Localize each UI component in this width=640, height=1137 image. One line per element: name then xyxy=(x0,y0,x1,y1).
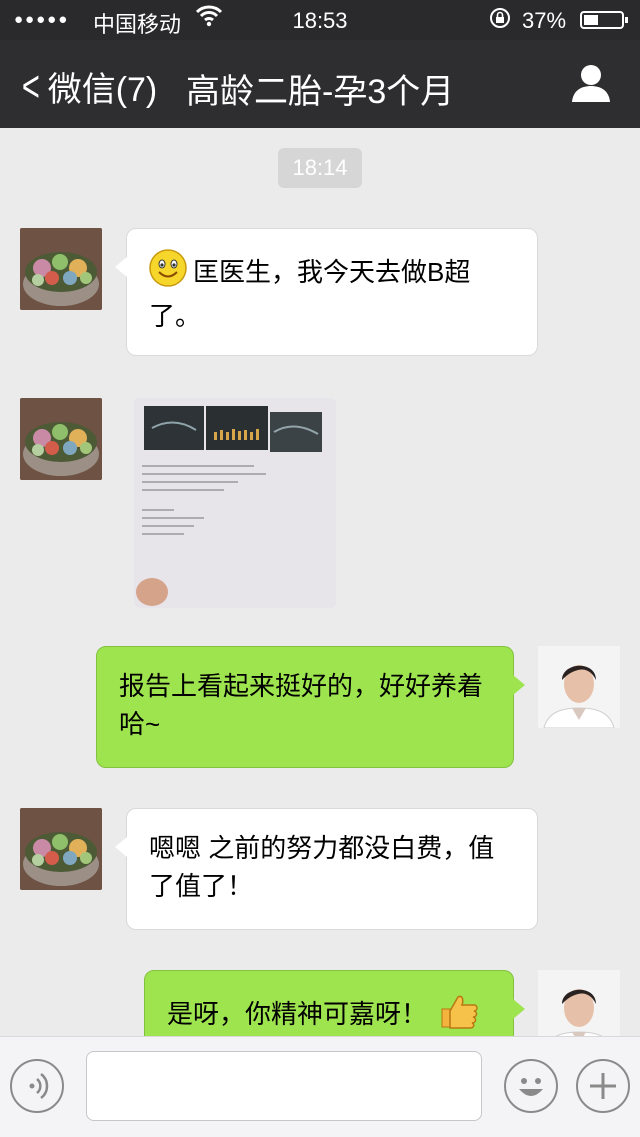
message-text: 嗯嗯 之前的努力都没白费，值了值了！ xyxy=(149,833,495,901)
emoji-button[interactable] xyxy=(504,1059,558,1113)
voice-icon xyxy=(29,1073,49,1099)
doctor-avatar[interactable] xyxy=(538,646,620,728)
message-text: 匡医生，我今天去做B超了。 xyxy=(149,257,471,331)
contact-profile-button[interactable] xyxy=(570,62,612,104)
chat-title: 高龄二胎-孕3个月 xyxy=(186,73,455,111)
user-icon xyxy=(572,65,610,102)
message-text: 报告上看起来挺好的，好好养着哈~ xyxy=(119,671,484,739)
message-bubble[interactable]: 匡医生，我今天去做B超了。 xyxy=(115,228,538,356)
patient-avatar[interactable] xyxy=(20,228,102,310)
voice-input-button[interactable] xyxy=(10,1059,64,1113)
message-bubble[interactable]: 嗯嗯 之前的努力都没白费，值了值了！ xyxy=(115,808,538,930)
smiley-icon xyxy=(519,1078,543,1096)
chat-area[interactable]: 18:14 匡医生，我今天去做B超了。 报告上看起来挺好的，好好养着哈~ 嗯嗯 … xyxy=(0,128,640,1036)
smile-emoji-icon xyxy=(149,249,187,297)
more-button[interactable] xyxy=(576,1059,630,1113)
chevron-left-icon: < xyxy=(21,61,40,111)
plus-icon xyxy=(590,1073,616,1099)
battery-icon xyxy=(580,11,628,29)
message-bubble[interactable]: 是呀，你精神可嘉呀！ xyxy=(144,970,525,1036)
thumbs-up-emoji-icon xyxy=(440,991,480,1036)
message-text: 是呀，你精神可嘉呀！ xyxy=(167,999,428,1029)
message-input[interactable] xyxy=(86,1051,482,1121)
input-bar xyxy=(0,1036,640,1137)
ultrasound-report-image[interactable] xyxy=(134,398,336,608)
rotation-lock-icon xyxy=(488,6,512,36)
battery-percent: 37% xyxy=(522,8,567,33)
doctor-avatar[interactable] xyxy=(538,970,620,1036)
back-label: 微信(7) xyxy=(47,71,158,109)
patient-avatar[interactable] xyxy=(20,808,102,890)
message-bubble[interactable]: 报告上看起来挺好的，好好养着哈~ xyxy=(96,646,525,768)
back-button[interactable]: < 微信(7) xyxy=(18,62,157,111)
patient-avatar[interactable] xyxy=(20,398,102,480)
message-timestamp: 18:14 xyxy=(278,148,362,188)
status-bar: ●●●●● 中国移动 18:53 37% xyxy=(0,0,640,40)
nav-bar: < 微信(7) 高龄二胎-孕3个月 xyxy=(0,40,640,128)
